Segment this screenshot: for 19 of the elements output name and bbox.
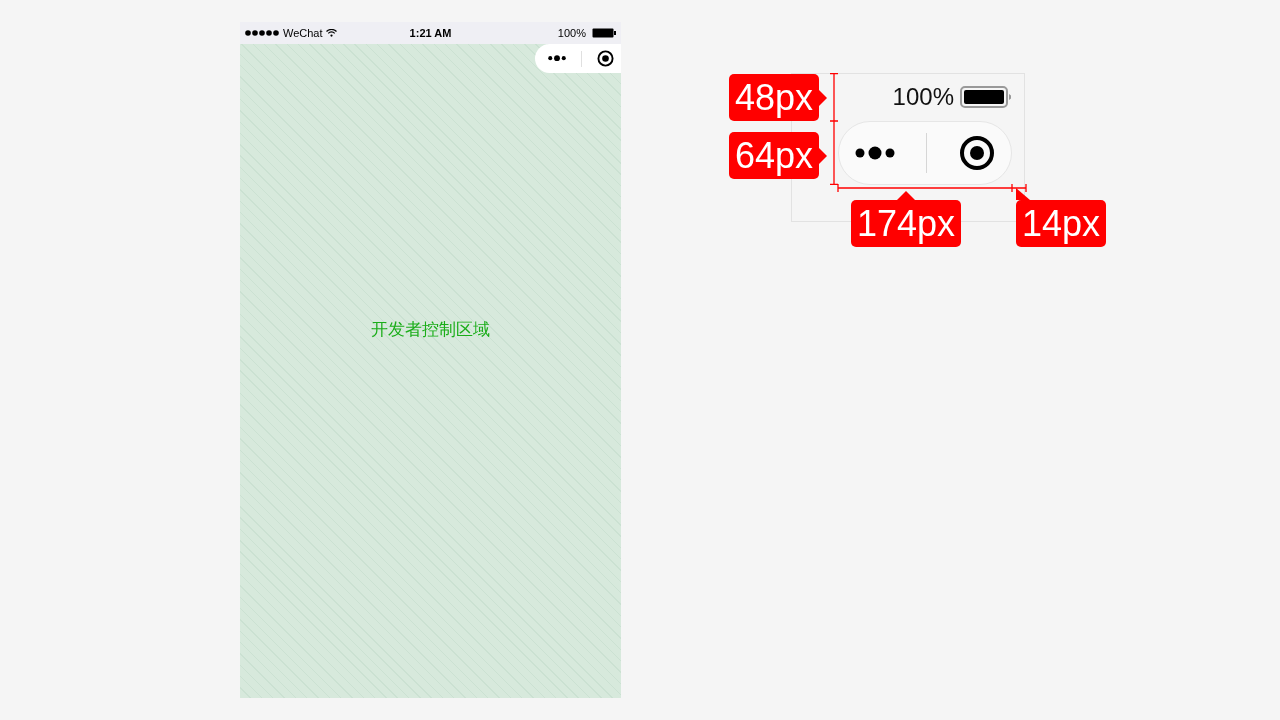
battery-icon [592, 28, 616, 38]
dimension-label: 48px [729, 74, 820, 121]
carrier-name: WeChat [283, 25, 323, 41]
status-time: 1:21 AM [409, 25, 452, 41]
battery-percent: 100% [557, 25, 586, 41]
content-area-label: 开发者控制区域 [371, 319, 490, 341]
dimension-label: 64px [729, 132, 820, 179]
callout-pointer [819, 89, 828, 106]
more-dots-icon[interactable] [548, 55, 567, 62]
more-dots-icon[interactable] [854, 146, 895, 160]
battery-icon [960, 86, 1012, 108]
close-target-icon[interactable] [596, 50, 614, 67]
dimension-label: 14px [1016, 200, 1107, 247]
wifi-icon [325, 29, 337, 37]
callout-pointer [819, 147, 828, 164]
signal-dots-icon [245, 30, 280, 36]
battery-percent: 100% [892, 82, 954, 112]
dimension-label: 174px [851, 200, 962, 247]
close-target-icon[interactable] [959, 135, 996, 171]
